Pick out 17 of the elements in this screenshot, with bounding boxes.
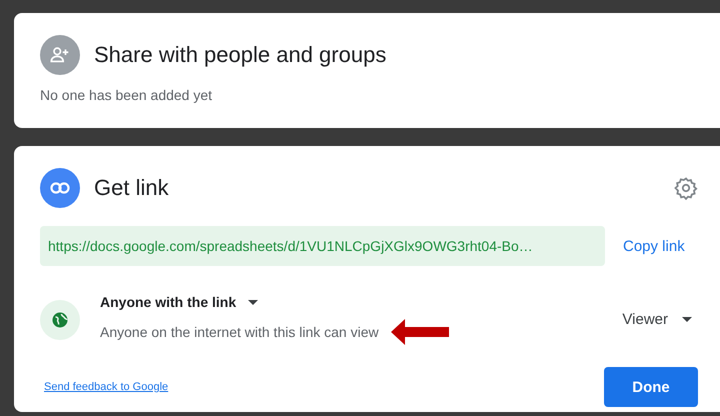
copy-link-button[interactable]: Copy link: [617, 232, 691, 260]
caret-icon: [248, 300, 258, 304]
done-button[interactable]: Done: [604, 367, 698, 407]
share-subtitle: No one has been added yet: [40, 87, 214, 103]
arrow-annotation-icon: [390, 319, 449, 345]
settings-icon[interactable]: [674, 176, 698, 200]
share-title: Share with people and groups: [94, 42, 386, 68]
access-description: Anyone on the internet with this link can view: [100, 324, 379, 340]
caret-icon: [682, 317, 692, 322]
role-dropdown[interactable]: Viewer: [616, 307, 698, 332]
link-url-field[interactable]: https://docs.google.com/spreadsheets/d/1VU1NLCpGjXGlx9OWG3rht04-Bo…: [40, 226, 605, 266]
globe-icon: [40, 300, 80, 340]
feedback-link[interactable]: Send feedback to Google: [44, 381, 168, 393]
access-scope-dropdown[interactable]: Anyone with the link: [100, 294, 236, 310]
add-person-icon: [40, 35, 80, 75]
link-title: Get link: [94, 175, 169, 201]
link-icon: [40, 168, 80, 208]
